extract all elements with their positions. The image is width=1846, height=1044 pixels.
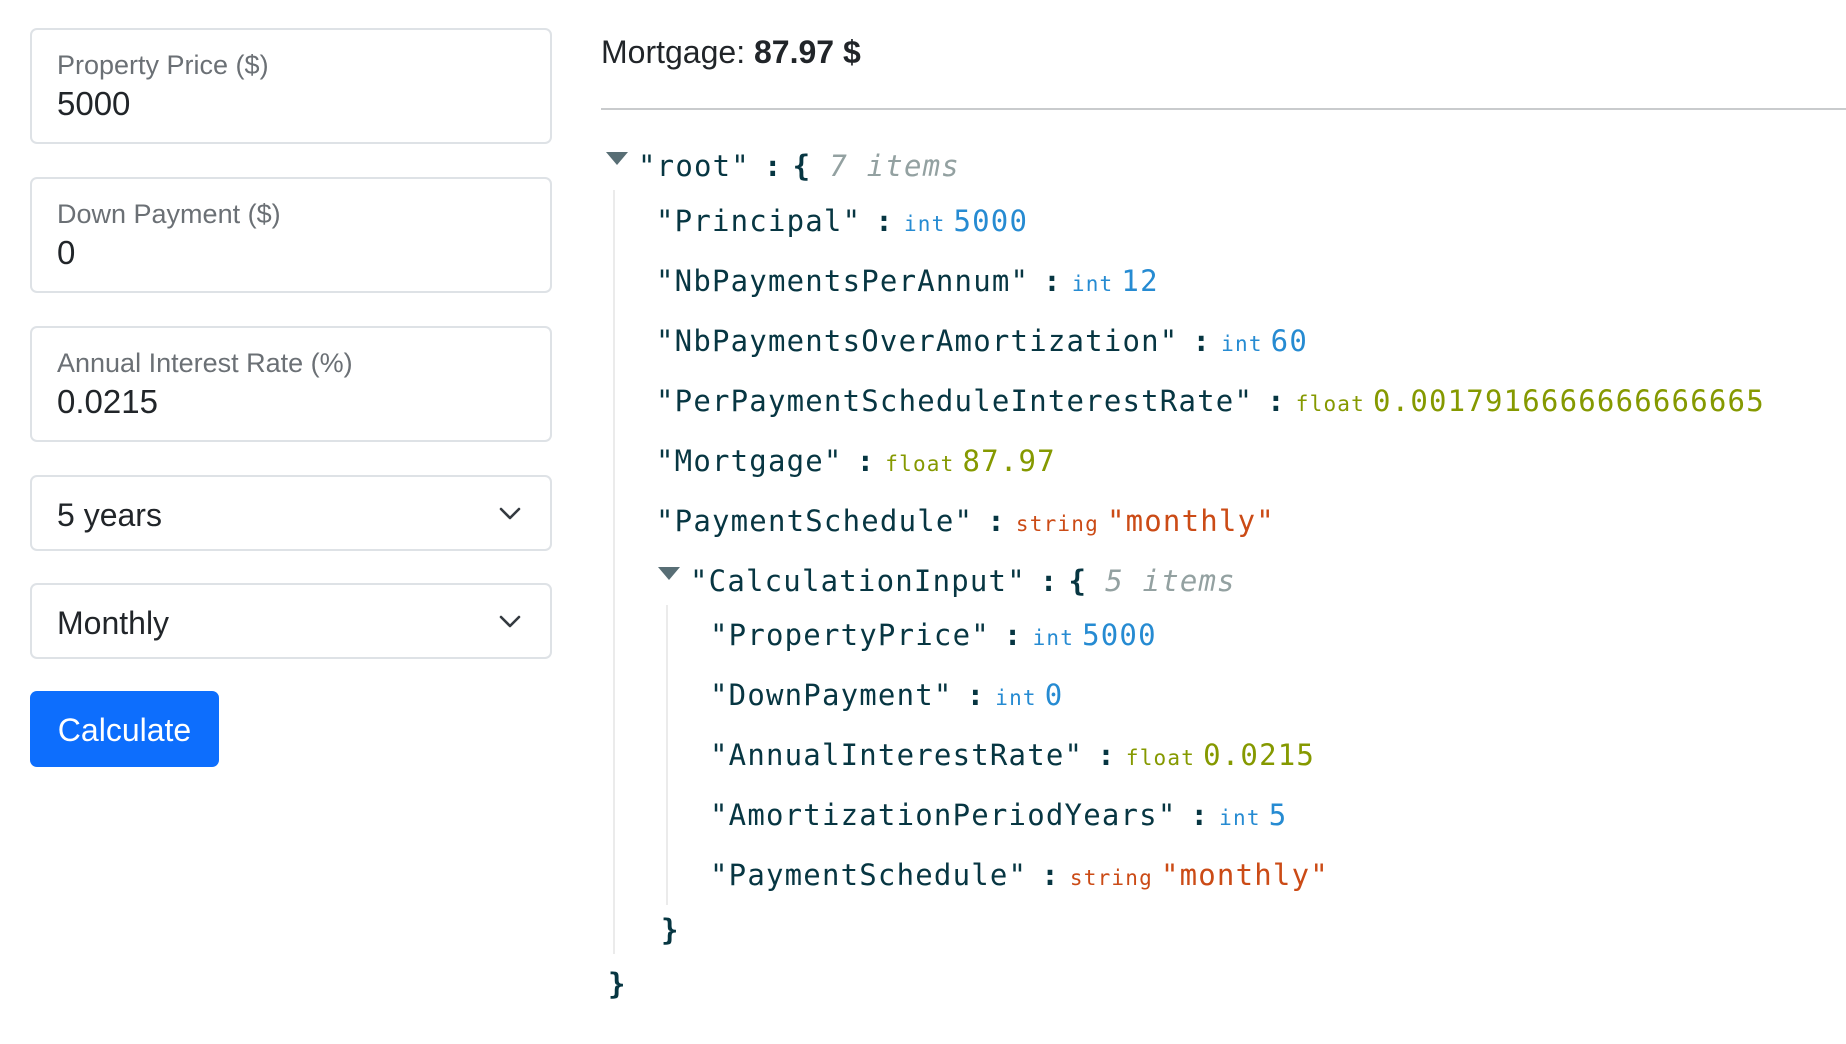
json-root-count: 7 items (829, 149, 960, 183)
json-colon: : (1041, 858, 1060, 892)
down-payment-label: Down Payment ($) (57, 199, 281, 229)
json-value: 5 (1268, 798, 1288, 832)
json-key: "PerPaymentScheduleInterestRate" (656, 384, 1254, 418)
json-type: float (885, 452, 955, 476)
json-nested-count: 5 items (1105, 564, 1236, 598)
interest-rate-field[interactable]: Annual Interest Rate (%) (30, 326, 552, 442)
json-value: 5000 (953, 204, 1029, 238)
json-entry-per-payment-rate: "PerPaymentScheduleInterestRate": float 0.… (656, 383, 1765, 422)
json-colon: : (1097, 738, 1116, 772)
json-key: "PaymentSchedule" (710, 858, 1028, 892)
payment-schedule-select-value: Monthly (57, 605, 170, 641)
chevron-down-icon (499, 615, 521, 628)
json-colon: : (987, 504, 1006, 538)
json-entry-payment-schedule: "PaymentSchedule": string "monthly" (656, 503, 1275, 542)
json-type: int (995, 686, 1037, 710)
json-value: 5000 (1082, 618, 1157, 652)
json-close-brace: } (608, 967, 627, 1001)
caret-down-icon[interactable] (658, 567, 680, 580)
json-colon: : (1267, 384, 1286, 418)
json-root-indent-guide (613, 190, 615, 954)
json-value: 0.0215 (1203, 738, 1316, 772)
json-colon: : (1039, 564, 1059, 598)
json-type: int (903, 212, 946, 236)
json-key: "AmortizationPeriodYears" (710, 798, 1177, 832)
amortization-select-value: 5 years (57, 497, 162, 533)
down-payment-input[interactable] (57, 233, 527, 273)
mortgage-form: Property Price ($) Down Payment ($) Annu… (30, 28, 552, 767)
json-entry-nb-payments-over-amortization: "NbPaymentsOverAmortization": int 60 (656, 323, 1308, 362)
mortgage-result-value: 87.97 $ (753, 34, 861, 70)
json-entry-down-payment: "DownPayment": int 0 (710, 677, 1063, 716)
json-value: "monthly" (1106, 504, 1275, 538)
property-price-label: Property Price ($) (57, 50, 269, 80)
json-value: 87.97 (962, 444, 1056, 478)
mortgage-result: Mortgage: 87.97 $ (601, 34, 861, 71)
chevron-down-icon (499, 507, 521, 520)
divider (601, 108, 1846, 110)
json-close-brace: } (661, 913, 680, 947)
json-colon: : (856, 444, 876, 478)
json-entry-nested-payment-schedule: "PaymentSchedule": string "monthly" (710, 857, 1329, 896)
json-type: int (1071, 272, 1114, 296)
json-type: int (1221, 332, 1263, 356)
interest-rate-label: Annual Interest Rate (%) (57, 348, 353, 378)
json-key: "NbPaymentsPerAnnum" (656, 264, 1030, 298)
property-price-input[interactable] (57, 84, 527, 124)
interest-rate-input[interactable] (57, 382, 527, 422)
json-colon: : (875, 204, 894, 238)
json-entry-mortgage: "Mortgage": float 87.97 (656, 443, 1056, 482)
property-price-field[interactable]: Property Price ($) (30, 28, 552, 144)
json-value: 12 (1121, 264, 1159, 298)
json-colon: : (1192, 324, 1212, 358)
calculate-button[interactable]: Calculate (30, 691, 219, 767)
json-type: string (1069, 866, 1153, 890)
json-nested-indent-guide (666, 605, 668, 905)
json-type: string (1015, 512, 1099, 536)
json-entry-property-price: "PropertyPrice": int 5000 (710, 617, 1157, 656)
json-type: float (1295, 392, 1365, 416)
json-colon: : (966, 678, 986, 712)
json-entry-nb-payments-per-annum: "NbPaymentsPerAnnum": int 12 (656, 263, 1159, 302)
json-nested-close: } (661, 912, 680, 948)
caret-down-icon[interactable] (606, 152, 628, 165)
json-nested-row: "CalculationInput": {5 items (690, 563, 1236, 599)
json-entry-amortization-period-years: "AmortizationPeriodYears": int 5 (710, 797, 1287, 836)
json-key: "PropertyPrice" (710, 618, 990, 652)
json-value: 60 (1270, 324, 1308, 358)
json-value: 0 (1044, 678, 1064, 712)
mortgage-result-label: Mortgage: (601, 34, 746, 70)
json-key: "NbPaymentsOverAmortization" (656, 324, 1179, 358)
json-root-close: } (608, 966, 627, 1002)
json-key: "Mortgage" (656, 444, 843, 478)
json-type: int (1219, 806, 1261, 830)
json-colon: : (1003, 618, 1023, 652)
json-type: float (1125, 746, 1196, 770)
json-key: "DownPayment" (710, 678, 953, 712)
json-entry-principal: "Principal": int 5000 (656, 203, 1028, 242)
json-value: 0.0017916666666666665 (1373, 384, 1765, 418)
json-nested-key: "CalculationInput" (690, 564, 1026, 598)
payment-schedule-select[interactable]: Monthly (30, 583, 552, 659)
json-key: "AnnualInterestRate" (710, 738, 1084, 772)
json-root-row: "root": {7 items (638, 148, 960, 184)
amortization-select[interactable]: 5 years (30, 475, 552, 551)
json-open-brace: { (1068, 564, 1088, 598)
down-payment-field[interactable]: Down Payment ($) (30, 177, 552, 293)
json-type: int (1032, 626, 1075, 650)
json-open-brace: { (792, 149, 812, 183)
json-key: "PaymentSchedule" (656, 504, 974, 538)
json-colon: : (1043, 264, 1062, 298)
json-value: "monthly" (1160, 858, 1329, 892)
json-colon: : (1190, 798, 1210, 832)
json-entry-annual-interest-rate: "AnnualInterestRate": float 0.0215 (710, 737, 1315, 776)
json-colon: : (763, 149, 783, 183)
json-key: "Principal" (656, 204, 862, 238)
json-root-key: "root" (638, 149, 750, 183)
